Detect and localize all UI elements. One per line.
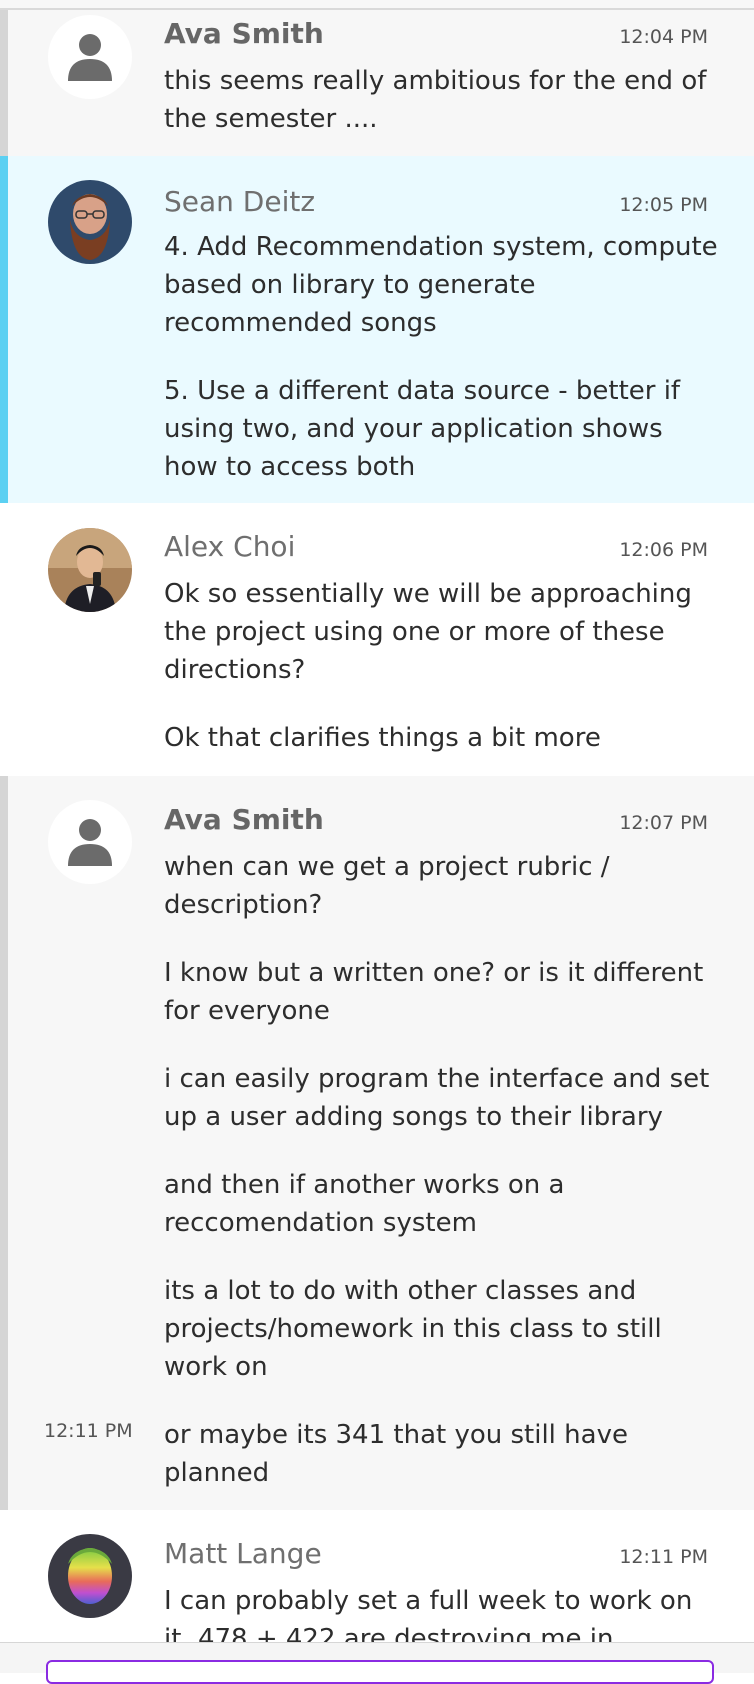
sender-name[interactable]: Ava Smith — [164, 16, 324, 52]
group-bar — [0, 156, 8, 503]
sender-name[interactable]: Ava Smith — [164, 802, 324, 838]
message-text: 5. Use a different data source - better … — [164, 376, 681, 482]
message-text: this seems really ambitious for the end … — [164, 66, 707, 134]
message-time: 12:07 PM — [619, 812, 708, 834]
message-group-alex: Alex Choi 12:06 PM Ok so essentially we … — [0, 503, 754, 776]
message-text: or maybe its 341 that you still have pla… — [164, 1420, 628, 1488]
message-group-ava-1: Ava Smith 12:04 PM this seems really amb… — [0, 10, 754, 156]
sender-name[interactable]: Sean Deitz — [164, 184, 315, 220]
message-time: 12:06 PM — [619, 539, 708, 561]
message-text: Ok so essentially we will be approaching… — [164, 579, 692, 685]
message-text: Ok that clarifies things a bit more — [164, 723, 601, 753]
avatar-matt-lange[interactable] — [48, 1534, 132, 1618]
message-hover-time: 12:11 PM — [44, 1420, 133, 1442]
message-group-ava-2: Ava Smith 12:07 PM when can we get a pro… — [0, 776, 754, 1510]
message-text: i can easily program the interface and s… — [164, 1064, 710, 1132]
group-bar — [0, 776, 8, 1510]
group-bar — [0, 10, 8, 156]
message-group-sean: Sean Deitz 12:05 PM 4. Add Recommendatio… — [0, 156, 754, 503]
message-text: I can probably set a full week to work o… — [164, 1586, 693, 1642]
avatar-default[interactable] — [48, 15, 132, 99]
message-text: I know but a written one? or is it diffe… — [164, 958, 704, 1026]
message-group-matt: Matt Lange 12:11 PM I can probably set a… — [0, 1510, 754, 1642]
message-time: 12:11 PM — [619, 1546, 708, 1568]
message-text: its a lot to do with other classes and p… — [164, 1276, 662, 1382]
message-text: and then if another works on a reccomend… — [164, 1170, 565, 1238]
avatar-default[interactable] — [48, 800, 132, 884]
message-time: 12:05 PM — [619, 194, 708, 216]
message-time: 12:04 PM — [619, 26, 708, 48]
avatar-alex-choi[interactable] — [48, 528, 132, 612]
person-silhouette-icon — [68, 819, 112, 866]
sender-name[interactable]: Alex Choi — [164, 529, 295, 565]
alex-avatar-photo — [48, 528, 132, 612]
sean-avatar-photo — [48, 180, 132, 264]
message-input[interactable] — [46, 1660, 714, 1684]
avatar-sean-deitz[interactable] — [48, 180, 132, 264]
person-silhouette-icon — [68, 34, 112, 81]
top-divider — [0, 0, 754, 10]
matt-avatar-photo — [48, 1534, 132, 1618]
message-text: when can we get a project rubric / descr… — [164, 852, 610, 920]
sender-name[interactable]: Matt Lange — [164, 1536, 322, 1572]
message-text: 4. Add Recommendation system, compute ba… — [164, 232, 718, 338]
